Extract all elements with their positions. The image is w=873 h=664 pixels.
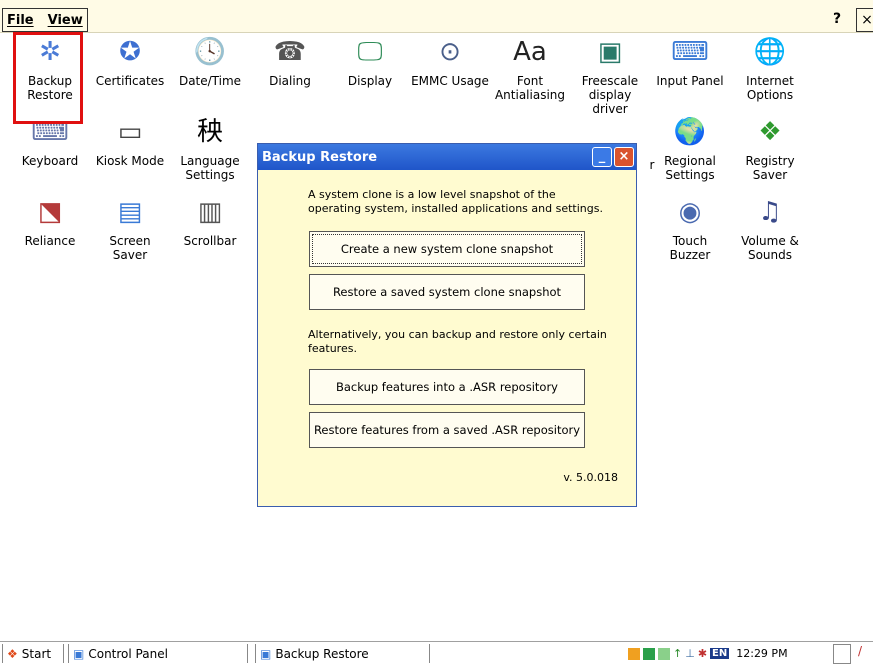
cp-item-display[interactable]: 🖵 Display: [330, 36, 410, 88]
start-button[interactable]: ❖ Start: [2, 644, 64, 663]
cp-item-registry-saver[interactable]: ❖ Registry Saver: [730, 116, 810, 182]
cp-item-keyboard[interactable]: ⌨ Keyboard: [10, 116, 90, 168]
language-settings-icon: 秧: [196, 117, 223, 147]
backup-restore-icon: ▣: [260, 646, 272, 661]
cp-item-date-time[interactable]: 🕓 Date/Time: [170, 36, 250, 88]
help-icon[interactable]: ?: [826, 9, 848, 29]
minimize-icon[interactable]: _: [592, 147, 612, 167]
cp-item-label: Date/Time: [178, 74, 242, 88]
cp-item-label: Language Settings: [180, 154, 240, 182]
close-icon[interactable]: ×: [856, 8, 873, 32]
emmc-usage-icon: ⊙: [439, 37, 461, 67]
cp-item-screen-saver[interactable]: ▤ Screen Saver: [90, 196, 170, 262]
cp-item-label: Dialing: [269, 74, 311, 88]
pen-icon[interactable]: /: [858, 644, 872, 662]
cp-item-dialing[interactable]: ☎ Dialing: [250, 36, 330, 88]
cp-item-input-panel[interactable]: ⌨ Input Panel: [650, 36, 730, 88]
registry-saver-icon: ❖: [758, 117, 782, 147]
tray-battery-icon[interactable]: [658, 647, 670, 660]
backup-asr-button[interactable]: Backup features into a .ASR repository: [309, 369, 585, 405]
scrollbar-icon: ▥: [197, 197, 223, 227]
cp-item-internet-options[interactable]: 🌐 Internet Options: [730, 36, 810, 102]
taskbar: ❖ Start ▣ Control Panel ▣ Backup Restore…: [0, 641, 873, 664]
cp-item-font[interactable]: Aa Font Antialiasing: [490, 36, 570, 102]
cp-item-reliance[interactable]: ⬔ Reliance: [10, 196, 90, 248]
cp-item-label: Kiosk Mode: [95, 154, 165, 168]
backup-restore-icon: ✲: [39, 37, 61, 67]
control-panel-icon: ▣: [73, 646, 85, 661]
version-label: v. 5.0.018: [563, 471, 618, 484]
dialog-title-bar[interactable]: Backup Restore _ ×: [258, 144, 636, 170]
cp-item-kiosk-mode[interactable]: ▭ Kiosk Mode: [90, 116, 170, 168]
cp-item-certificates[interactable]: ✪ Certificates: [90, 36, 170, 88]
cp-item-label: Internet Options: [746, 74, 794, 102]
certificates-icon: ✪: [119, 37, 141, 67]
cp-item-label: Freescale display driver: [581, 74, 639, 116]
cp-item-label: Backup Restore: [27, 74, 73, 102]
keyboard-icon: ⌨: [31, 117, 69, 147]
taskbar-control-panel[interactable]: ▣ Control Panel: [68, 644, 248, 663]
date-time-icon: 🕓: [193, 37, 227, 67]
cp-item-freescale-display[interactable]: ▣ Freescale display driver: [570, 36, 650, 116]
cp-item-label: Volume & Sounds: [741, 234, 799, 262]
menu-bar: File View ? ×: [0, 0, 873, 33]
cp-item-scrollbar[interactable]: ▥ Scrollbar: [170, 196, 250, 248]
create-snapshot-button[interactable]: Create a new system clone snapshot: [309, 231, 585, 267]
internet-options-icon: 🌐: [753, 37, 787, 67]
menu-view[interactable]: View: [48, 13, 83, 28]
dialog-intro-text: A system clone is a low level snapshot o…: [308, 188, 603, 215]
backup-restore-dialog: Backup Restore _ × A system clone is a l…: [257, 143, 637, 507]
cp-item-label: Certificates: [95, 74, 165, 88]
cp-item-label: Reliance: [24, 234, 76, 248]
reliance-icon: ⬔: [37, 197, 63, 227]
restore-asr-button[interactable]: Restore features from a saved .ASR repos…: [309, 412, 585, 448]
cp-item-label: Input Panel: [656, 74, 724, 88]
restore-snapshot-button[interactable]: Restore a saved system clone snapshot: [309, 274, 585, 310]
cp-item-backup-restore[interactable]: ✲ Backup Restore: [10, 36, 90, 102]
show-desktop-icon[interactable]: [833, 644, 851, 664]
clock[interactable]: 12:29 PM: [736, 647, 787, 660]
screen-saver-icon: ▤: [117, 197, 143, 227]
tray-network-icon[interactable]: [643, 647, 655, 660]
cp-item-label: Scrollbar: [183, 234, 237, 248]
tray-app-icon[interactable]: [628, 647, 640, 660]
cp-item-language-settings[interactable]: 秧 Language Settings: [170, 116, 250, 182]
menu-group: File View: [2, 8, 88, 32]
display-icon: 🖵: [357, 37, 383, 67]
dialog-alt-text: Alternatively, you can backup and restor…: [308, 328, 607, 355]
touch-buzzer-icon: ◉: [678, 197, 702, 227]
language-indicator[interactable]: EN: [710, 648, 730, 659]
cp-item-label: Screen Saver: [109, 234, 151, 262]
tray-usb-icon[interactable]: ⊥: [685, 647, 695, 660]
cp-item-label: Display: [347, 74, 393, 88]
system-tray: ↑ ⊥ ✱ EN 12:29 PM: [628, 644, 788, 663]
cp-item-label: Touch Buzzer: [669, 234, 711, 262]
cp-item-label: Keyboard: [21, 154, 79, 168]
cp-item-volume-sounds[interactable]: ♫ Volume & Sounds: [730, 196, 810, 262]
tray-arrow-icon[interactable]: ↑: [673, 647, 682, 660]
taskbar-backup-restore[interactable]: ▣ Backup Restore: [255, 644, 430, 663]
cp-item-label: Registry Saver: [745, 154, 795, 182]
cp-item-label: Font Antialiasing: [494, 74, 566, 102]
menu-file[interactable]: File: [7, 13, 34, 28]
close-icon[interactable]: ×: [614, 147, 634, 167]
volume-sounds-icon: ♫: [758, 197, 782, 227]
cp-item-regional-settings[interactable]: 🌍 Regional Settings: [650, 116, 730, 182]
dialing-icon: ☎: [273, 37, 307, 67]
cp-item-label: EMMC Usage: [411, 74, 489, 88]
freescale-display-icon: ▣: [597, 37, 623, 67]
font-icon: Aa: [513, 37, 547, 67]
dialog-title: Backup Restore: [262, 149, 378, 165]
cp-item-emmc-usage[interactable]: ⊙ EMMC Usage: [410, 36, 490, 88]
kiosk-mode-icon: ▭: [117, 117, 143, 147]
windows-flag-icon: ❖: [7, 646, 18, 661]
input-panel-icon: ⌨: [671, 37, 709, 67]
tray-sync-icon[interactable]: ✱: [698, 647, 707, 660]
regional-settings-icon: 🌍: [673, 117, 707, 147]
cp-item-touch-buzzer[interactable]: ◉ Touch Buzzer: [650, 196, 730, 262]
